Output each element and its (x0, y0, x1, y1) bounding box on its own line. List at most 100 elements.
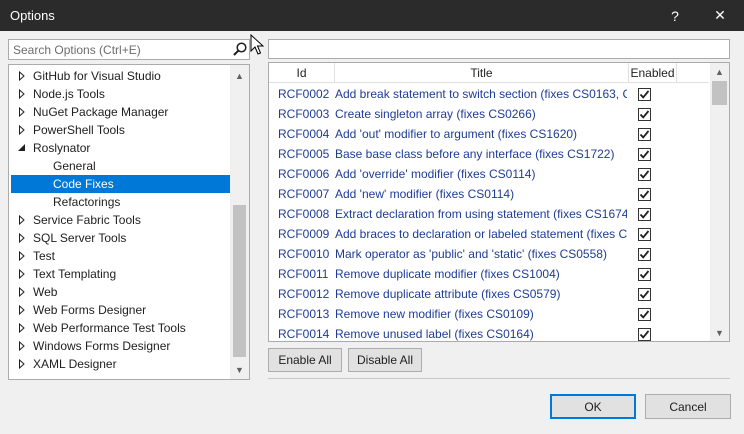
collapsed-arrow-icon[interactable] (17, 121, 27, 139)
grid-scroll-thumb[interactable] (712, 81, 727, 105)
table-row[interactable]: RCF0007 Add 'new' modifier (fixes CS0114) (269, 184, 709, 204)
enabled-checkbox[interactable] (638, 268, 651, 281)
cell-enabled (629, 264, 709, 284)
checkmark-icon (639, 270, 650, 279)
checkmark-icon (639, 250, 650, 259)
collapsed-arrow-icon[interactable] (17, 301, 27, 319)
table-row[interactable]: RCF0004 Add 'out' modifier to argument (f… (269, 124, 709, 144)
collapsed-arrow-icon[interactable] (17, 85, 27, 103)
tree-item-label: Web Performance Test Tools (33, 321, 186, 335)
enabled-checkbox[interactable] (638, 308, 651, 321)
table-row[interactable]: RCF0002 Add break statement to switch sec… (269, 84, 709, 104)
collapsed-arrow-icon[interactable] (17, 247, 27, 265)
collapsed-arrow-icon[interactable] (17, 283, 27, 301)
checkmark-icon (639, 330, 650, 339)
collapsed-arrow-icon[interactable] (17, 67, 27, 85)
enabled-checkbox[interactable] (638, 188, 651, 201)
tree-item[interactable]: Windows Forms Designer (11, 337, 231, 355)
cell-title: Add braces to declaration or labeled sta… (335, 227, 627, 241)
filter-field[interactable] (268, 39, 730, 59)
table-row[interactable]: RCF0003 Create singleton array (fixes CS0… (269, 104, 709, 124)
enabled-checkbox[interactable] (638, 228, 651, 241)
cell-enabled (629, 204, 709, 224)
tree-item[interactable]: Service Fabric Tools (11, 211, 231, 229)
table-row[interactable]: RCF0006 Add 'override' modifier (fixes CS… (269, 164, 709, 184)
table-row[interactable]: RCF0008 Extract declaration from using st… (269, 204, 709, 224)
tree-item-label: GitHub for Visual Studio (33, 69, 161, 83)
tree-item[interactable]: Code Fixes (11, 175, 231, 193)
collapsed-arrow-icon[interactable] (17, 355, 27, 373)
tree-item[interactable]: General (11, 157, 231, 175)
cancel-button[interactable]: Cancel (645, 394, 731, 419)
tree-item[interactable]: NuGet Package Manager (11, 103, 231, 121)
collapsed-arrow-icon[interactable] (17, 319, 27, 337)
scroll-up-arrow-icon[interactable]: ▲ (230, 67, 249, 84)
enabled-checkbox[interactable] (638, 288, 651, 301)
title-bar: Options ? ✕ (0, 0, 744, 31)
enable-all-button[interactable]: Enable All (268, 348, 342, 372)
table-row[interactable]: RCF0012 Remove duplicate attribute (fixes… (269, 284, 709, 304)
tree-item[interactable]: Node.js Tools (11, 85, 231, 103)
enabled-checkbox[interactable] (638, 108, 651, 121)
tree-item[interactable]: SQL Server Tools (11, 229, 231, 247)
tree-item[interactable]: XAML Designer (11, 355, 231, 373)
checkmark-icon (639, 210, 650, 219)
cell-enabled (629, 284, 709, 304)
tree-item[interactable]: GitHub for Visual Studio (11, 67, 231, 85)
scroll-down-arrow-icon[interactable]: ▼ (230, 361, 249, 378)
scroll-up-arrow-icon[interactable]: ▲ (710, 63, 729, 80)
collapsed-arrow-icon[interactable] (17, 211, 27, 229)
scroll-down-arrow-icon[interactable]: ▼ (710, 324, 729, 341)
filter-input[interactable] (269, 40, 729, 58)
tree-item[interactable]: Web (11, 283, 231, 301)
tree-item[interactable]: PowerShell Tools (11, 121, 231, 139)
tree-scrollbar[interactable]: ▲ ▼ (230, 65, 249, 379)
help-button[interactable]: ? (654, 0, 696, 31)
column-header-title[interactable]: Title (335, 63, 629, 83)
tree-item-label: XAML Designer (33, 357, 117, 371)
table-row[interactable]: RCF0005 Base base class before any interf… (269, 144, 709, 164)
collapsed-arrow-icon[interactable] (17, 229, 27, 247)
table-row[interactable]: RCF0011 Remove duplicate modifier (fixes … (269, 264, 709, 284)
enabled-checkbox[interactable] (638, 168, 651, 181)
tree-item[interactable]: Refactorings (11, 193, 231, 211)
tree-item[interactable]: Roslynator (11, 139, 231, 157)
enabled-checkbox[interactable] (638, 128, 651, 141)
enabled-checkbox[interactable] (638, 88, 651, 101)
enabled-checkbox[interactable] (638, 248, 651, 261)
grid-scrollbar[interactable]: ▲ ▼ (710, 63, 729, 341)
table-row[interactable]: RCF0014 Remove unused label (fixes CS0164… (269, 324, 709, 341)
cell-id: RCF0010 (278, 247, 330, 261)
enabled-checkbox[interactable] (638, 148, 651, 161)
search-icon[interactable] (232, 41, 248, 57)
cell-id: RCF0002 (278, 87, 330, 101)
disable-all-button[interactable]: Disable All (348, 348, 422, 372)
column-header-enabled[interactable]: Enabled (629, 63, 677, 83)
cell-id: RCF0004 (278, 127, 330, 141)
cell-id: RCF0011 (278, 267, 329, 281)
checkmark-icon (639, 290, 650, 299)
collapsed-arrow-icon[interactable] (17, 265, 27, 283)
code-fixes-grid: Id Title Enabled RCF0002 Add break statem… (268, 62, 730, 342)
cell-title: Mark operator as 'public' and 'static' (… (335, 247, 607, 261)
table-row[interactable]: RCF0009 Add braces to declaration or labe… (269, 224, 709, 244)
column-header-id[interactable]: Id (269, 63, 335, 83)
table-row[interactable]: RCF0010 Mark operator as 'public' and 'st… (269, 244, 709, 264)
tree-scroll-thumb[interactable] (233, 205, 246, 357)
enabled-checkbox[interactable] (638, 208, 651, 221)
search-input[interactable] (9, 40, 229, 59)
expanded-arrow-icon[interactable] (17, 139, 27, 157)
tree-item[interactable]: Text Templating (11, 265, 231, 283)
cell-title: Extract declaration from using statement… (335, 207, 627, 221)
tree-item[interactable]: Web Forms Designer (11, 301, 231, 319)
table-row[interactable]: RCF0013 Remove new modifier (fixes CS0109… (269, 304, 709, 324)
close-button[interactable]: ✕ (699, 0, 741, 31)
cell-title: Add 'override' modifier (fixes CS0114) (335, 167, 536, 181)
tree-item-label: Refactorings (53, 195, 121, 209)
tree-item[interactable]: Web Performance Test Tools (11, 319, 231, 337)
collapsed-arrow-icon[interactable] (17, 337, 27, 355)
tree-item[interactable]: Test (11, 247, 231, 265)
ok-button[interactable]: OK (550, 394, 636, 419)
collapsed-arrow-icon[interactable] (17, 103, 27, 121)
enabled-checkbox[interactable] (638, 328, 651, 341)
